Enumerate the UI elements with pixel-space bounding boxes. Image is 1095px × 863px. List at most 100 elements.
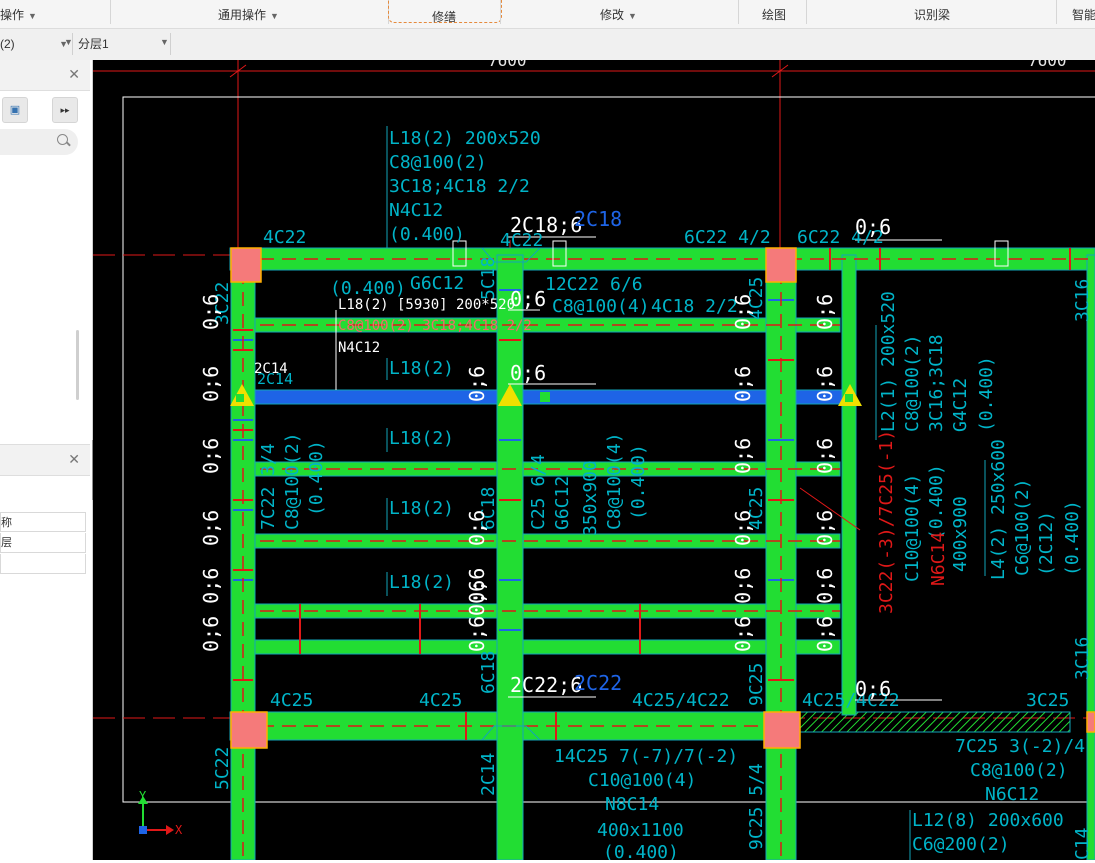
beam-label: 5C22 xyxy=(212,747,233,790)
close-icon[interactable]: ✕ xyxy=(68,66,80,83)
beam-label: N8C14 xyxy=(605,794,659,815)
support-label: 0;6 xyxy=(199,510,223,546)
ribbon-group-operation[interactable]: 操作 ▼ xyxy=(0,0,37,28)
beam-label: 3C18;4C18 2/2 xyxy=(389,176,530,197)
beam-label: 400x1100 xyxy=(597,820,684,841)
beam-label: 4C22 xyxy=(263,227,306,248)
support-label: 0;6 xyxy=(813,294,837,330)
beam-label: C8@100(2) xyxy=(902,334,923,432)
ribbon-group-general-ops[interactable]: 通用操作 ▼ xyxy=(218,0,279,28)
support-label-blue: 2C18 xyxy=(574,207,622,231)
ribbon-group-repair[interactable]: 修缮 xyxy=(432,2,456,30)
beam-label: 6C18 xyxy=(478,651,499,694)
tooltip-line: 2C14 xyxy=(254,361,288,377)
chevron-down-icon: ▼ xyxy=(28,11,37,21)
beam-label: L4(2) 250x600 xyxy=(988,439,1009,580)
left-sidebar: ✕ ▣ ▸▸ ✕ 称 层 xyxy=(0,60,93,860)
close-icon[interactable]: ✕ xyxy=(68,451,80,468)
floor-manage-icon[interactable]: ▣ xyxy=(2,97,28,123)
table-row[interactable]: 称 xyxy=(0,512,86,532)
search-input[interactable] xyxy=(0,129,78,155)
chevron-down-icon: ▼ xyxy=(270,11,279,21)
beam-annotations: L18(2) 200x520 C8@100(2) 3C18;4C18 2/2 N… xyxy=(257,128,1085,863)
beam-label: (0.400) xyxy=(389,224,465,245)
tooltip-line: L18(2) [5930] 200*520 xyxy=(338,297,515,313)
beam-label: C8@100(2) xyxy=(389,152,487,173)
support-label: 0;6 xyxy=(813,438,837,474)
chevron-down-icon: ▼ xyxy=(628,11,637,21)
beam-label: 3C25 xyxy=(1026,690,1069,711)
grip-handle[interactable] xyxy=(540,392,550,402)
support-label: 0;6 xyxy=(731,510,755,546)
selector-toolbar: (2) ▼ 分层1 ▼ ▼ xyxy=(0,29,1095,61)
beam-label: L18(2) xyxy=(389,358,454,379)
support-label: 0;6 0;6 xyxy=(199,568,223,652)
dimension-label-left: 7600 xyxy=(488,60,527,70)
scrollbar[interactable] xyxy=(76,330,79,400)
support-label: 0;6 xyxy=(199,366,223,402)
ribbon-divider xyxy=(110,0,111,24)
beam-label: C8@100(2) xyxy=(970,760,1068,781)
support-label: 2C22;6 xyxy=(510,673,582,697)
beam-label: 7C25 3(-2)/4 xyxy=(955,736,1085,757)
support-label-blue: 2C22 xyxy=(574,671,622,695)
grip-handle[interactable] xyxy=(236,394,244,402)
support-label: 0;6 xyxy=(465,510,489,546)
support-label: 0;6 xyxy=(731,366,755,402)
ribbon-divider xyxy=(806,0,807,24)
beam-label: 3C16 xyxy=(1072,637,1093,680)
expand-icon[interactable]: ▸▸ xyxy=(52,97,78,123)
support-label: 0;6 xyxy=(731,294,755,330)
support-label: 0;6 xyxy=(465,366,489,402)
layer-select[interactable]: 分层1 xyxy=(76,33,171,55)
beam-label: (0.400) xyxy=(306,440,327,516)
support-label: 0;6 xyxy=(813,366,837,402)
axis-y-label: Y xyxy=(139,789,147,803)
beam-label: N6C12 xyxy=(985,784,1039,805)
beam-label: 350x900 xyxy=(580,460,601,536)
support-label: 0;6 xyxy=(510,287,546,311)
beam-label: (0.400) xyxy=(926,464,947,540)
beam-label: 3C16 xyxy=(1072,279,1093,322)
beam-label: N6C14 xyxy=(928,532,949,586)
beam-label: G4C12 xyxy=(950,378,971,432)
table-row[interactable]: 层 xyxy=(0,533,86,553)
support-label: 0;6 xyxy=(199,438,223,474)
beam-label: L18(2) xyxy=(389,498,454,519)
cad-drawing[interactable]: 7600 7600 L18(2) 200x520 C8@100(2) 3C18;… xyxy=(93,51,1095,863)
support-label: 0;6 0;6 xyxy=(731,568,755,652)
tooltip-line: N4C12 xyxy=(338,340,380,356)
beam-label: C10@100(4) xyxy=(902,474,923,582)
support-label: 0;6 0;6 xyxy=(465,568,489,652)
tooltip-line: C8@100(2) 3C18;4C18 2/2 xyxy=(338,318,532,334)
ribbon-group-smart[interactable]: 智能 xyxy=(1072,0,1095,28)
beam-label: 12C22 6/6 xyxy=(545,274,643,295)
ribbon-bar: 操作 ▼ 通用操作 ▼ 修缮 修改 ▼ 绘图 识别梁 智能 xyxy=(0,0,1095,29)
ribbon-group-modify[interactable]: 修改 ▼ xyxy=(600,0,637,28)
beam-label: G6C12 xyxy=(410,273,464,294)
axis-x-label: X xyxy=(175,823,183,837)
ribbon-divider xyxy=(738,0,739,24)
beam-label: 7C22 3/4 xyxy=(258,443,279,530)
beam-label: 9C25 5/4 xyxy=(746,763,767,850)
ribbon-group-draw[interactable]: 绘图 xyxy=(762,0,786,28)
beam-label: C6@100(2) xyxy=(1012,478,1033,576)
floor-select[interactable]: (2) ▼ xyxy=(0,33,73,55)
beam-label: L18(2) xyxy=(389,428,454,449)
chevron-down-icon: ▼ xyxy=(160,37,169,47)
support-label: 0;6 0;6 xyxy=(813,568,837,652)
beam-label: C8@100(4) xyxy=(604,432,625,530)
grip-handle[interactable] xyxy=(845,394,853,402)
beam-label: 4C25 xyxy=(419,690,462,711)
beam-label: L12(8) 200x600 xyxy=(912,810,1064,831)
beam-hatched[interactable] xyxy=(799,711,1071,733)
search-icon xyxy=(57,134,68,145)
beam-label: 4C25 xyxy=(270,690,313,711)
beam-label: (0.400) xyxy=(628,444,649,520)
beam-label: 4C25/4C22 xyxy=(632,690,730,711)
beam-label: 6C22 4/2 xyxy=(684,227,771,248)
table-row[interactable] xyxy=(0,554,86,574)
drawing-canvas[interactable]: 7600 7600 L18(2) 200x520 C8@100(2) 3C18;… xyxy=(93,51,1095,863)
ribbon-group-identify-beam[interactable]: 识别梁 xyxy=(914,0,950,28)
beam-label: C10@100(4) xyxy=(588,770,696,791)
